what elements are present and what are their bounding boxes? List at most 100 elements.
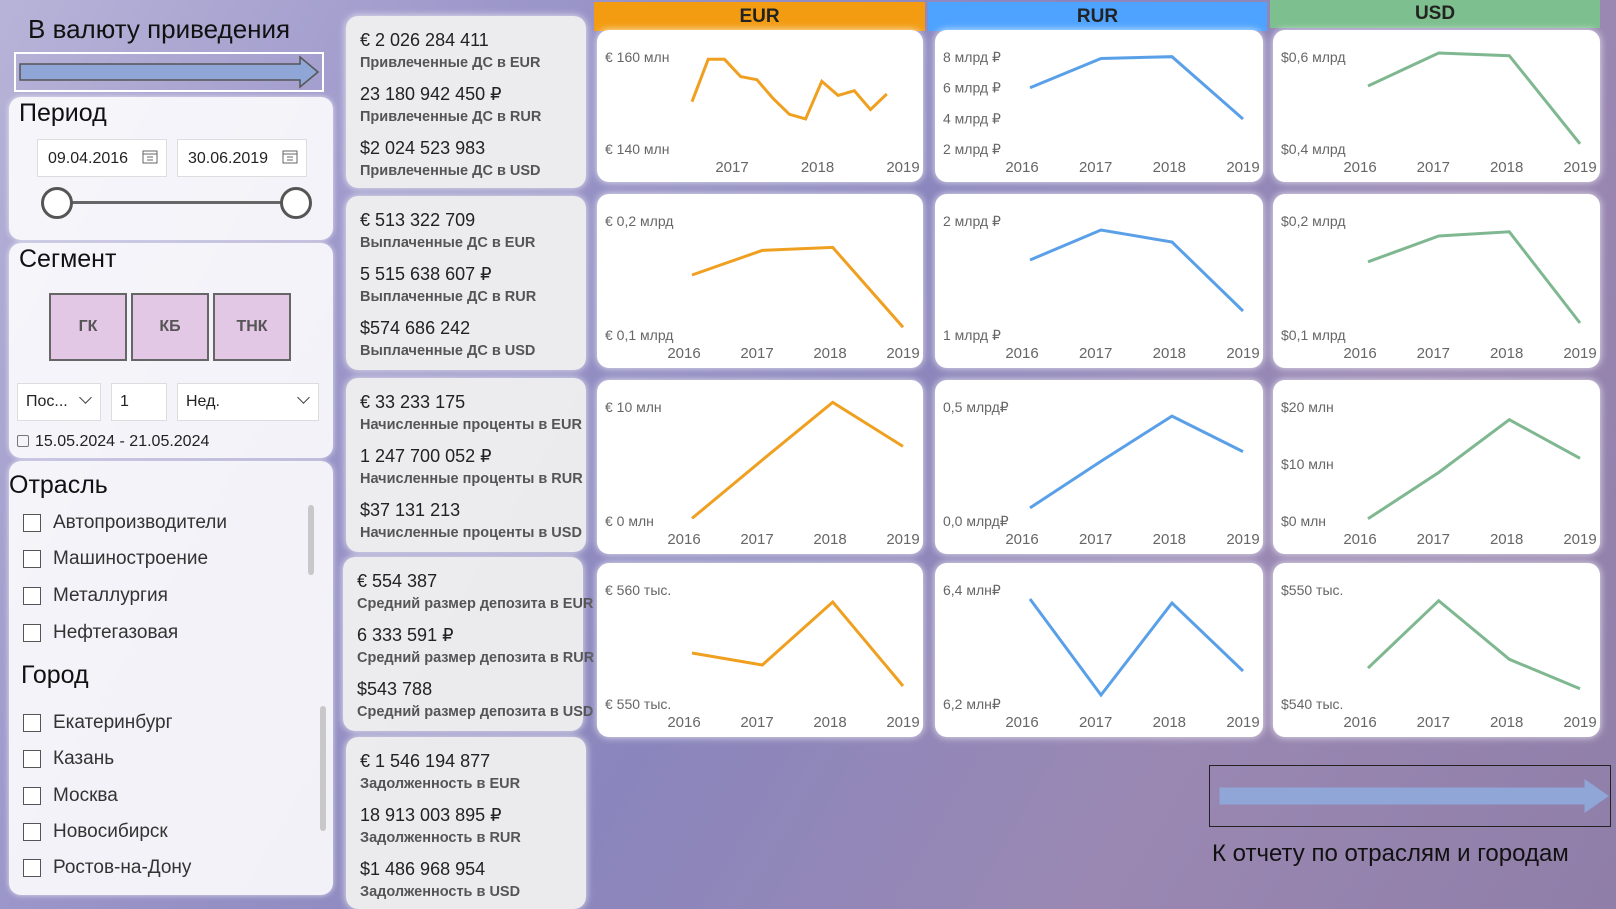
kpi-card: € 2 026 284 411 Привлеченные ДС в EUR 23 1… [346, 16, 586, 188]
city-scrollbar[interactable] [320, 706, 326, 831]
chevron-down-icon [79, 391, 92, 404]
date-to-input[interactable]: 30.06.2019 [177, 139, 307, 177]
kpi-value: $574 686 242 [360, 318, 471, 338]
filters-panel: Отрасль Автопроизводители Машиностроение… [9, 461, 333, 895]
checkbox[interactable] [23, 823, 41, 841]
series-line [691, 599, 905, 687]
relative-date-range: 15.05.2024 - 21.05.2024 [17, 433, 209, 451]
kpi-label: Начисленные проценты в RUR [360, 471, 583, 487]
kpi-value: € 1 546 194 877 [360, 751, 491, 771]
kpi-value: € 513 322 709 [360, 210, 476, 230]
x-tick-label: 2019 [886, 345, 919, 362]
x-tick-label: 2016 [1005, 345, 1038, 362]
chart-rur[interactable]: 0,5 млрд₽ 0,0 млрд₽ 2016 2017 2018 2019 [935, 380, 1263, 554]
y-tick-label: 6 млрд ₽ [943, 80, 1001, 96]
chart-usd[interactable]: $20 млн $10 млн $0 млн 2016 2017 2018 2019 [1273, 380, 1600, 554]
city-item[interactable]: Казань [23, 748, 114, 770]
kpi-value: 6 333 591 ₽ [357, 625, 454, 645]
chart-usd[interactable]: $550 тыс. $540 тыс. 2016 2017 2018 2019 [1273, 563, 1600, 737]
x-tick-label: 2017 [1079, 531, 1112, 548]
y-tick-label: $0,2 млрд [1281, 213, 1346, 229]
chart-eur[interactable]: € 10 млн € 0 млн 2016 2017 2018 2019 [597, 380, 923, 554]
line-chart: 6,4 млн₽ 6,2 млн₽2016 2017 2018 2019 [943, 582, 1260, 731]
chart-eur[interactable]: € 0,2 млрд € 0,1 млрд 2016 2017 2018 2019 [597, 194, 923, 368]
checkbox[interactable] [23, 587, 41, 605]
y-tick-label: 2 млрд ₽ [943, 141, 1001, 157]
date-from-input[interactable]: 09.04.2016 [37, 139, 167, 177]
city-item[interactable]: Новосибирск [23, 821, 168, 843]
x-tick-label: 2018 [1490, 714, 1523, 731]
industry-report-nav-label[interactable]: К отчету по отраслям и городам [1212, 840, 1569, 868]
checkbox[interactable] [23, 859, 41, 877]
relative-mode-value: Пос... [26, 393, 68, 410]
kpi-label: Задолженность в RUR [360, 830, 521, 846]
line-chart: € 560 тыс. € 550 тыс. 2016 2017 2018 2019 [605, 582, 920, 731]
date-from-value: 09.04.2016 [48, 150, 129, 167]
chart-usd[interactable]: $0,2 млрд $0,1 млрд 2016 2017 2018 2019 [1273, 194, 1600, 368]
relative-unit-select[interactable]: Нед. [177, 383, 319, 421]
checkbox[interactable] [23, 624, 41, 642]
period-slider-end-handle[interactable] [280, 187, 312, 219]
industry-item[interactable]: Металлургия [23, 585, 168, 607]
calendar-icon [17, 435, 29, 447]
checkbox[interactable] [23, 714, 41, 732]
y-tick-label: $10 млн [1281, 456, 1334, 472]
checkbox[interactable] [23, 787, 41, 805]
x-tick-label: 2018 [1153, 159, 1186, 176]
x-tick-label: 2018 [813, 345, 846, 362]
industry-item[interactable]: Машиностроение [23, 548, 208, 570]
y-tick-label: € 0,1 млрд [605, 327, 673, 343]
line-chart: 8 млрд ₽ 6 млрд ₽ 4 млрд ₽ 2 млрд ₽2016 2017… [943, 49, 1260, 176]
y-tick-label: 2 млрд ₽ [943, 213, 1001, 229]
x-tick-label: 2017 [1417, 159, 1450, 176]
series-line [1029, 228, 1245, 313]
kpi-label: Привлеченные ДС в USD [360, 163, 541, 179]
x-tick-label: 2016 [667, 345, 700, 362]
checkbox[interactable] [23, 750, 41, 768]
industry-item[interactable]: Автопроизводители [23, 512, 227, 534]
period-slider-track[interactable] [55, 201, 295, 204]
chart-usd[interactable]: $0,6 млрд $0,4 млрд 2016 2017 2018 2019 [1273, 30, 1600, 182]
column-header-rur: RUR [928, 2, 1267, 31]
chart-eur[interactable]: € 160 млн € 140 млн 2017 2018 2019 [597, 30, 923, 182]
currency-toggle-button[interactable] [14, 52, 324, 92]
y-tick-label: $0 млн [1281, 513, 1326, 529]
segment-button-kb[interactable]: КБ [131, 293, 209, 361]
y-tick-label: 6,4 млн₽ [943, 582, 1001, 598]
industry-scrollbar[interactable] [308, 505, 314, 575]
chart-rur[interactable]: 6,4 млн₽ 6,2 млн₽ 2016 2017 2018 2019 [935, 563, 1263, 737]
kpi-label: Выплаченные ДС в EUR [360, 235, 536, 251]
segment-button-tnk[interactable]: ТНК [213, 293, 291, 361]
industry-item[interactable]: Нефтегазовая [23, 622, 178, 644]
y-tick-label: $550 тыс. [1281, 582, 1343, 598]
industry-report-nav-button[interactable] [1209, 765, 1611, 827]
x-tick-label: 2019 [1563, 714, 1596, 731]
city-item[interactable]: Екатеринбург [23, 712, 173, 734]
period-slider-start-handle[interactable] [41, 187, 73, 219]
checkbox[interactable] [23, 550, 41, 568]
y-tick-label: € 0 млн [605, 513, 654, 529]
x-tick-label: 2019 [886, 714, 919, 731]
calendar-icon[interactable] [282, 149, 298, 164]
chart-eur[interactable]: € 560 тыс. € 550 тыс. 2016 2017 2018 2019 [597, 563, 923, 737]
x-tick-label: 2019 [1563, 159, 1596, 176]
chart-rur[interactable]: 2 млрд ₽ 1 млрд ₽2016 2017 2018 2019 [935, 194, 1263, 368]
checkbox[interactable] [23, 514, 41, 532]
city-item[interactable]: Ростов-на-Дону [23, 857, 191, 879]
kpi-label: Средний размер депозита в EUR [357, 596, 594, 612]
y-tick-label: € 10 млн [605, 399, 662, 415]
kpi-value: € 33 233 175 [360, 392, 466, 412]
x-tick-label: 2019 [1226, 714, 1259, 731]
city-item[interactable]: Москва [23, 785, 118, 807]
kpi-value: $543 788 [357, 679, 433, 699]
chart-rur[interactable]: 8 млрд ₽ 6 млрд ₽ 4 млрд ₽ 2 млрд ₽2016 2017… [935, 30, 1263, 182]
segment-button-gk[interactable]: ГК [49, 293, 127, 361]
period-panel: Период 09.04.2016 30.06.2019 [9, 97, 333, 240]
series-line [1366, 598, 1581, 691]
relative-count-input[interactable]: 1 [111, 383, 167, 421]
x-tick-label: 2017 [1417, 714, 1450, 731]
calendar-icon[interactable] [142, 149, 158, 164]
relative-mode-select[interactable]: Пос... [17, 383, 101, 421]
line-chart: 0,5 млрд₽ 0,0 млрд₽ 2016 2017 2018 2019 [943, 399, 1260, 548]
kpi-value: $2 024 523 983 [360, 138, 486, 158]
